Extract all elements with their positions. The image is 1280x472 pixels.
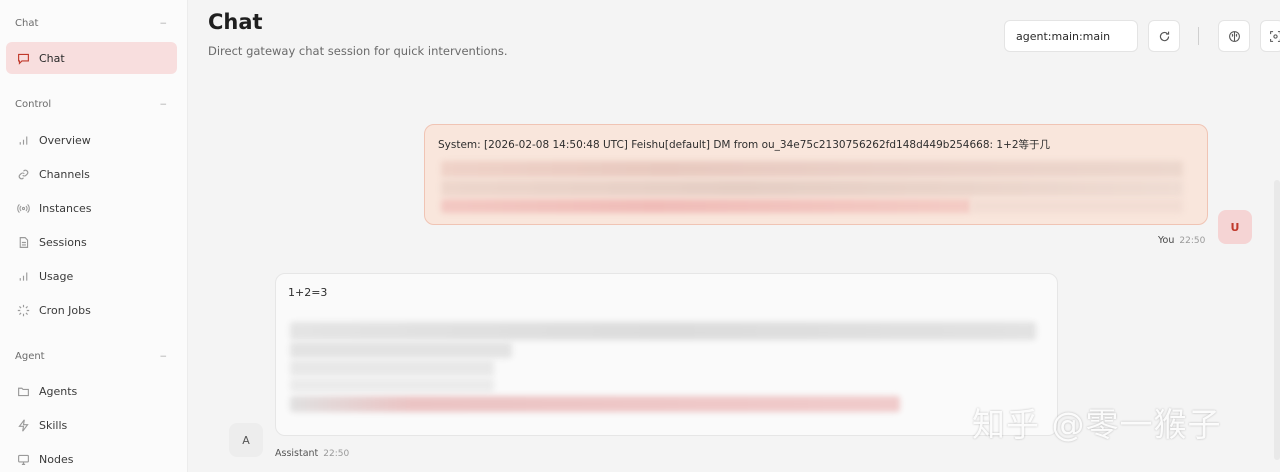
redacted-content — [290, 322, 1036, 340]
focus-mode-button[interactable] — [1260, 20, 1280, 52]
sidebar-item-instances[interactable]: Instances — [6, 192, 177, 224]
watermark-text: 知乎 @零一猴子 — [972, 405, 1222, 444]
lightning-icon — [16, 418, 30, 432]
bar-chart-icon — [16, 133, 30, 147]
sidebar-item-label: Nodes — [39, 452, 74, 466]
broadcast-icon — [16, 201, 30, 215]
user-avatar: U — [1218, 210, 1252, 244]
collapse-icon[interactable]: − — [159, 352, 167, 362]
section-agent-header[interactable]: Agent − — [15, 351, 167, 362]
sidebar-item-agents[interactable]: Agents — [6, 375, 177, 407]
sidebar-item-label: Chat — [39, 51, 65, 65]
redacted-content — [441, 161, 1183, 177]
sidebar-item-overview[interactable]: Overview — [6, 124, 177, 156]
sidebar-item-skills[interactable]: Skills — [6, 409, 177, 441]
chat-bubble-icon — [16, 51, 30, 65]
redacted-content — [290, 342, 512, 358]
collapse-icon[interactable]: − — [159, 19, 167, 29]
link-icon — [16, 167, 30, 181]
sidebar-item-label: Skills — [39, 418, 68, 432]
document-icon — [16, 235, 30, 249]
message-time: 22:50 — [323, 449, 350, 459]
monitor-icon — [16, 452, 30, 466]
sidebar-item-label: Channels — [39, 167, 90, 181]
assistant-message-text: 1+2=3 — [288, 286, 328, 299]
collapse-icon[interactable]: − — [159, 100, 167, 110]
sidebar-item-label: Instances — [39, 201, 92, 215]
brain-icon — [1228, 30, 1240, 42]
sidebar-item-label: Usage — [39, 269, 74, 283]
toolbar-divider — [1198, 27, 1199, 45]
sidebar-item-label: Cron Jobs — [39, 303, 91, 317]
redacted-content — [290, 360, 494, 376]
section-chat-header[interactable]: Chat − — [15, 18, 167, 29]
page-title: Chat — [208, 10, 263, 34]
sidebar-item-label: Agents — [39, 384, 78, 398]
thinking-toggle-button[interactable] — [1218, 20, 1250, 52]
folder-icon — [16, 384, 30, 398]
bar-chart-icon — [16, 269, 30, 283]
refresh-button[interactable] — [1148, 20, 1180, 52]
message-time: 22:50 — [1179, 236, 1206, 246]
redacted-content — [290, 396, 900, 412]
redacted-content — [290, 378, 494, 392]
sidebar-item-label: Overview — [39, 133, 91, 147]
sidebar-item-sessions[interactable]: Sessions — [6, 226, 177, 258]
user-message-text: System: [2026-02-08 14:50:48 UTC] Feishu… — [438, 139, 1051, 151]
redacted-content — [971, 199, 1183, 213]
sidebar-item-chat[interactable]: Chat — [6, 42, 177, 74]
scrollbar[interactable] — [1274, 180, 1280, 460]
section-control-header[interactable]: Control − — [15, 99, 167, 110]
assistant-avatar: A — [229, 423, 263, 457]
session-select[interactable]: agent:main:main — [1004, 20, 1138, 52]
sidebar-item-cron-jobs[interactable]: Cron Jobs — [6, 294, 177, 326]
user-message-bubble: System: [2026-02-08 14:50:48 UTC] Feishu… — [424, 124, 1208, 225]
refresh-icon — [1159, 31, 1169, 41]
section-title: Chat — [15, 18, 39, 29]
assistant-message-meta: Assistant 22:50 — [275, 448, 349, 459]
sidebar-item-channels[interactable]: Channels — [6, 158, 177, 190]
spinner-icon — [16, 303, 30, 317]
focus-icon — [1270, 30, 1280, 42]
sidebar-item-label: Sessions — [39, 235, 87, 249]
section-title: Agent — [15, 351, 45, 362]
section-title: Control — [15, 99, 52, 110]
assistant-message-bubble: 1+2=3 — [275, 273, 1058, 436]
sender-name: Assistant — [275, 448, 319, 459]
sidebar-item-nodes[interactable]: Nodes — [6, 443, 177, 472]
redacted-content — [441, 199, 971, 213]
sidebar: Chat − Chat Control − Overview Channels … — [0, 0, 188, 472]
redacted-content — [441, 180, 1183, 196]
page-subtitle: Direct gateway chat session for quick in… — [208, 44, 508, 58]
user-message-meta: You 22:50 — [1158, 235, 1205, 246]
sender-name: You — [1158, 235, 1175, 246]
sidebar-item-usage[interactable]: Usage — [6, 260, 177, 292]
